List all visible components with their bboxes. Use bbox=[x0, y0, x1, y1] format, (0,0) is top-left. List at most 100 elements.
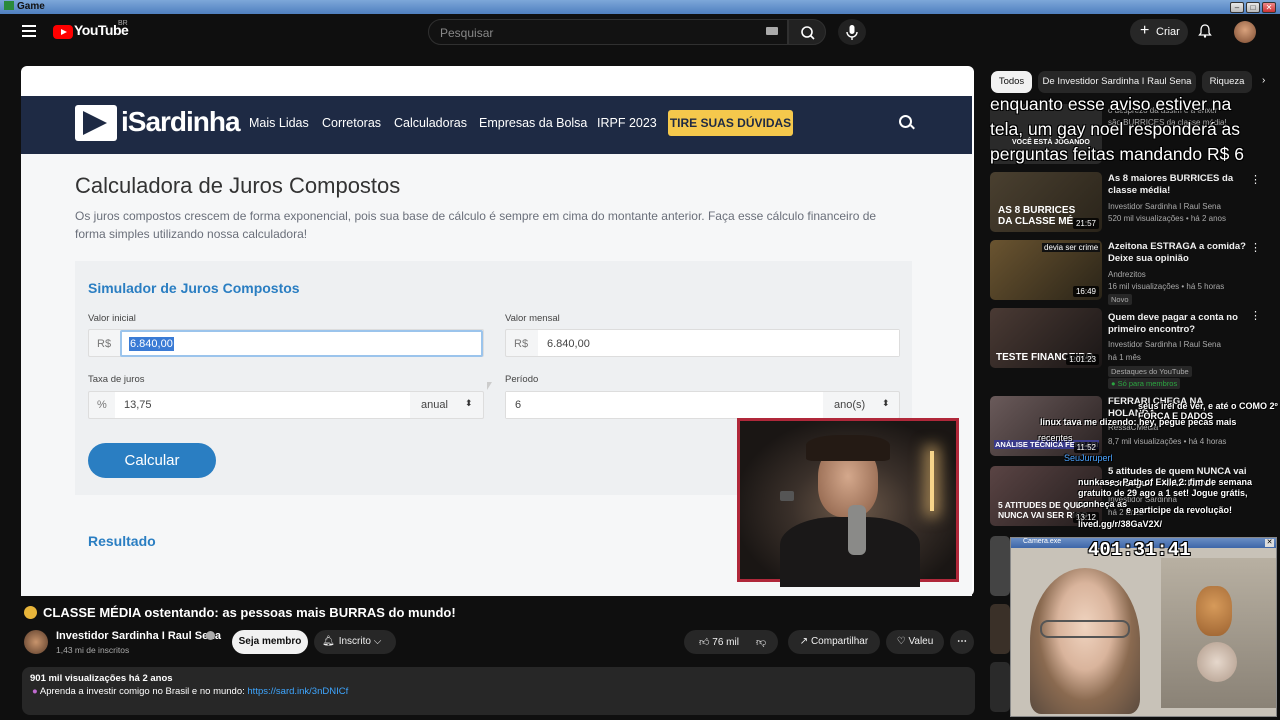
thanks-icon: ♡ bbox=[896, 636, 909, 647]
like-count: 76 mil bbox=[712, 637, 739, 648]
create-button[interactable]: Criar bbox=[1130, 19, 1188, 45]
rec-title-0[interactable]: As 8 maiores BURRICES da classe média! bbox=[1108, 173, 1248, 197]
members-icon: ● bbox=[1111, 379, 1118, 388]
keyboard-icon[interactable] bbox=[766, 27, 778, 35]
microphone bbox=[848, 505, 866, 555]
search-button[interactable] bbox=[788, 19, 826, 45]
bell-small-icon: 🔔︎ bbox=[322, 636, 335, 647]
chat-line-2: recentes bbox=[1038, 433, 1073, 443]
rec-thumb-0[interactable]: AS 8 BURRICES DA CLASSE MÉ 21:57 bbox=[990, 172, 1102, 232]
window-titlebar: Game bbox=[0, 0, 1280, 14]
youtube-logo-icon[interactable] bbox=[53, 25, 73, 39]
rec-duration-0: 21:57 bbox=[1072, 218, 1099, 229]
rec-members-label-2: Só para membros bbox=[1117, 379, 1178, 388]
game-icon bbox=[4, 1, 14, 10]
taxa-prefix: % bbox=[97, 399, 107, 411]
stream-alert-overlay: enquanto esse aviso estiver na tela, um … bbox=[990, 92, 1280, 167]
rec-menu-2[interactable]: ⋮ bbox=[1250, 311, 1261, 322]
share-label: Compartilhar bbox=[810, 636, 869, 647]
verified-icon bbox=[206, 631, 215, 640]
channel-avatar[interactable] bbox=[24, 630, 48, 654]
chat-line-6: e participe da revolução! bbox=[1126, 505, 1233, 515]
site-logo: iSardinha bbox=[121, 106, 241, 137]
channel-name[interactable]: Investidor Sardinha I Raul Sena bbox=[56, 630, 221, 642]
rec-duration-1: 16:49 bbox=[1072, 286, 1099, 297]
rec-thumb-2[interactable]: TESTE FINANCEIRO 1:01:23 bbox=[990, 308, 1102, 368]
webcam-close-icon[interactable]: ✕ bbox=[1265, 539, 1274, 547]
taxa-input bbox=[115, 392, 410, 418]
chip-riqueza[interactable]: Riqueza bbox=[1202, 71, 1252, 93]
thumbs-down-icon[interactable]: 👎︎ bbox=[756, 636, 766, 648]
valor-inicial-prefix: R$ bbox=[97, 338, 112, 350]
menu-icon[interactable] bbox=[22, 25, 36, 37]
description-link[interactable]: https://sard.ink/3nDNICf bbox=[247, 686, 348, 697]
page-lead: Os juros compostos crescem de forma expo… bbox=[75, 209, 877, 241]
rec-menu-0[interactable]: ⋮ bbox=[1250, 175, 1261, 186]
search-input[interactable]: Pesquisar bbox=[428, 19, 788, 45]
chips-next-icon[interactable]: › bbox=[1262, 75, 1265, 86]
subscriber-count: 1,43 mi de inscritos bbox=[56, 645, 130, 655]
site-search-icon bbox=[899, 115, 912, 128]
notifications-button[interactable] bbox=[1198, 24, 1212, 38]
overlay-line-2: tela, um gay noel responderá as bbox=[990, 119, 1241, 139]
valor-inicial-input bbox=[120, 330, 483, 357]
mouse-cursor-icon bbox=[487, 382, 492, 390]
stream-timer: 401:31:41 bbox=[1088, 539, 1191, 561]
camera-device bbox=[780, 491, 794, 501]
rec-meta-1: 16 mil visualizações • há 5 horas bbox=[1108, 282, 1225, 291]
rec-menu-1[interactable]: ⋮ bbox=[1250, 243, 1261, 254]
chat-line-1: linux tava me dizendo: hey, pegue pecas … bbox=[1040, 417, 1237, 427]
minimize-button[interactable]: – bbox=[1230, 2, 1244, 13]
rec-thumb-7[interactable] bbox=[990, 662, 1010, 712]
nav-empresas-bolsa: Empresas da Bolsa bbox=[479, 116, 588, 130]
simulator-title: Simulador de Juros Compostos bbox=[88, 280, 300, 296]
views-date: 901 mil visualizações há 2 anos bbox=[30, 673, 173, 684]
rec-channel-1: Andrezitos bbox=[1108, 270, 1146, 279]
periodo-label: Período bbox=[505, 374, 539, 385]
nav-cta-button: TIRE SUAS DÚVIDAS bbox=[668, 110, 793, 136]
rec-meta-0: 520 mil visualizações • há 2 anos bbox=[1108, 214, 1226, 223]
heart-icon: ● bbox=[32, 686, 40, 697]
thumbs-up-icon: 👍︎ bbox=[699, 637, 713, 648]
join-button[interactable]: Seja membro bbox=[232, 630, 308, 654]
account-avatar[interactable] bbox=[1234, 21, 1256, 43]
rec-title-1[interactable]: Azeitona ESTRAGA a comida? Deixe sua opi… bbox=[1108, 241, 1248, 265]
rec-thumb-6[interactable] bbox=[990, 604, 1010, 654]
taxa-label: Taxa de juros bbox=[88, 374, 145, 385]
taxa-period-select: anual bbox=[421, 399, 448, 411]
glasses bbox=[1040, 620, 1130, 638]
chip-todos[interactable]: Todos bbox=[991, 71, 1032, 93]
webcam-person bbox=[1030, 568, 1140, 714]
periodo-input bbox=[506, 392, 823, 418]
valor-mensal-value: 6.840,00 bbox=[547, 338, 590, 350]
rec-title-2[interactable]: Quem deve pagar a conta no primeiro enco… bbox=[1108, 312, 1248, 336]
chip-channel[interactable]: De Investidor Sardinha I Raul Sena bbox=[1038, 71, 1196, 93]
chat-line-5: lived.gg/r/38GaV2X/ bbox=[1078, 519, 1163, 529]
rec-thumb-1[interactable]: devia ser crime 16:49 bbox=[990, 240, 1102, 300]
lamp bbox=[930, 451, 934, 511]
rec-channel-0: Investidor Sardinha I Raul Sena bbox=[1108, 202, 1221, 211]
valor-mensal-input bbox=[538, 330, 899, 356]
close-window-button[interactable]: ✕ bbox=[1262, 2, 1276, 13]
resultado-title: Resultado bbox=[88, 533, 156, 549]
description-text: ● Aprenda a investir comigo no Brasil e … bbox=[32, 686, 348, 697]
rec-duration-3: 11:52 bbox=[1073, 442, 1099, 453]
maximize-button[interactable]: □ bbox=[1246, 2, 1260, 13]
rec-thumb-5[interactable] bbox=[990, 536, 1010, 596]
voice-search-button[interactable] bbox=[838, 19, 866, 45]
chat-line-3: SeuJuruperl bbox=[1064, 453, 1113, 463]
cat bbox=[1196, 586, 1232, 636]
share-icon: ↗ bbox=[799, 636, 811, 647]
rec-badge-1: Novo bbox=[1108, 294, 1132, 305]
nav-mais-lidas: Mais Lidas bbox=[249, 116, 309, 130]
rec-duration-2: 1:01:23 bbox=[1066, 354, 1099, 365]
description-line: Aprenda a investir comigo no Brasil e no… bbox=[39, 686, 248, 697]
rec-meta-2: há 1 mês bbox=[1108, 353, 1141, 362]
periodo-unit-chevron-icon: ⬍ bbox=[882, 398, 890, 408]
page-title: Calculadora de Juros Compostos bbox=[75, 173, 401, 198]
share-button[interactable]: ↗ Compartilhar bbox=[788, 630, 880, 654]
more-actions-button[interactable]: ⋯ bbox=[950, 630, 974, 654]
rec-badge-2: Destaques do YouTube bbox=[1108, 366, 1192, 377]
rec-meta-3: 8,7 mil visualizações • há 4 horas bbox=[1108, 437, 1227, 446]
thanks-button[interactable]: ♡ Valeu bbox=[886, 630, 944, 654]
